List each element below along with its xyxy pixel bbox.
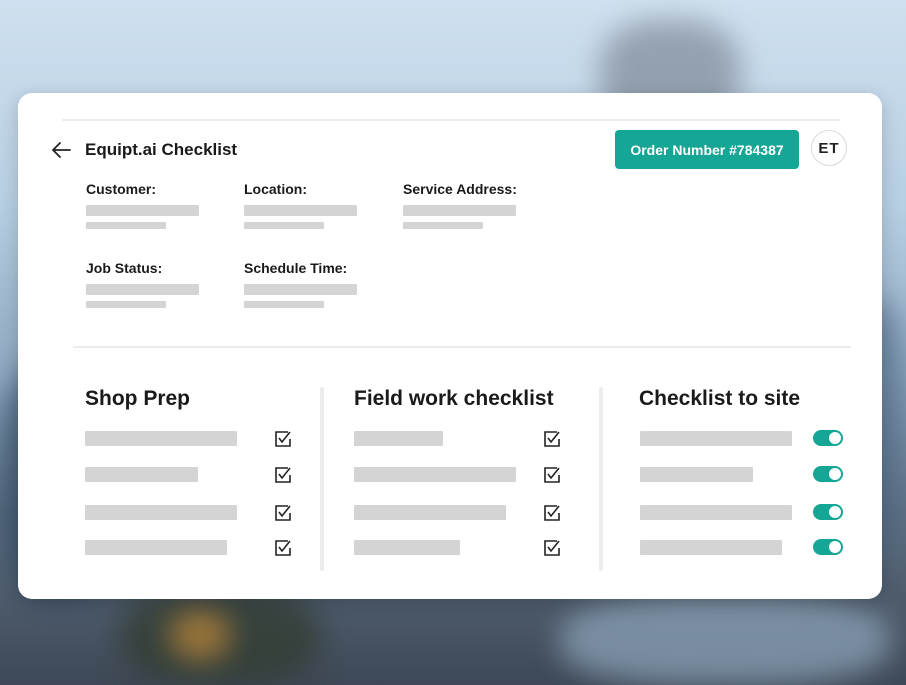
checklist-item — [640, 430, 850, 447]
toggle-knob — [829, 541, 841, 553]
placeholder-item — [85, 431, 237, 446]
checklist-item — [354, 467, 574, 483]
checked-box-icon[interactable] — [273, 429, 293, 449]
toggle-switch[interactable] — [813, 504, 843, 520]
checklist-item — [85, 467, 305, 483]
order-number-button[interactable]: Order Number #784387 — [615, 130, 799, 169]
section-field-work: Field work checklist — [354, 387, 554, 411]
checklist-item — [640, 466, 850, 483]
toggle-switch[interactable] — [813, 466, 843, 482]
checked-box-icon[interactable] — [542, 503, 562, 523]
placeholder-item — [354, 467, 516, 482]
section-title: Shop Prep — [85, 387, 191, 410]
placeholder-value — [86, 284, 199, 295]
checklist-item — [354, 540, 574, 556]
field-label: Customer: — [86, 181, 157, 197]
placeholder-value — [244, 284, 357, 295]
placeholder-value — [86, 205, 199, 216]
avatar[interactable]: ET — [811, 130, 847, 166]
placeholder-value — [86, 222, 166, 229]
placeholder-item — [640, 505, 792, 520]
divider — [73, 346, 851, 348]
placeholder-item — [354, 540, 460, 555]
column-divider — [320, 387, 324, 571]
field-label: Schedule Time: — [244, 260, 348, 276]
job-status-field: Job Status: — [86, 260, 199, 308]
placeholder-item — [85, 505, 237, 520]
toggle-switch[interactable] — [813, 430, 843, 446]
toggle-switch[interactable] — [813, 539, 843, 555]
checklist-item — [85, 431, 305, 447]
checklist-card: Equipt.ai Checklist Order Number #784387… — [18, 93, 882, 599]
placeholder-value — [403, 205, 516, 216]
toggle-knob — [829, 432, 841, 444]
checklist-item — [85, 505, 305, 521]
page-title: Equipt.ai Checklist — [85, 140, 238, 159]
checklist-item — [640, 504, 850, 521]
section-title: Field work checklist — [354, 387, 554, 410]
placeholder-item — [85, 540, 227, 555]
checked-box-icon[interactable] — [542, 429, 562, 449]
placeholder-item — [354, 431, 443, 446]
placeholder-value — [86, 301, 166, 308]
checked-box-icon[interactable] — [542, 465, 562, 485]
schedule-time-field: Schedule Time: — [244, 260, 357, 308]
section-title: Checklist to site — [639, 387, 801, 410]
placeholder-value — [244, 205, 357, 216]
checked-box-icon[interactable] — [273, 465, 293, 485]
location-field: Location: — [244, 181, 357, 229]
placeholder-value — [403, 222, 483, 229]
section-checklist-to-site: Checklist to site — [639, 387, 800, 411]
checked-box-icon[interactable] — [273, 538, 293, 558]
divider — [62, 119, 840, 121]
service-address-field: Service Address: — [403, 181, 517, 229]
field-label: Service Address: — [403, 181, 517, 197]
field-label: Job Status: — [86, 260, 163, 276]
placeholder-value — [244, 301, 324, 308]
placeholder-item — [640, 431, 792, 446]
checklist-item — [354, 505, 574, 521]
placeholder-item — [640, 540, 782, 555]
placeholder-item — [354, 505, 506, 520]
placeholder-item — [640, 467, 753, 482]
field-label: Location: — [244, 181, 307, 197]
checklist-item — [354, 431, 574, 447]
background-shape — [560, 595, 890, 685]
toggle-knob — [829, 506, 841, 518]
column-divider — [599, 387, 603, 571]
placeholder-item — [85, 467, 198, 482]
checked-box-icon[interactable] — [273, 503, 293, 523]
arrow-left-icon[interactable] — [50, 139, 72, 161]
customer-field: Customer: — [86, 181, 199, 229]
section-shop-prep: Shop Prep — [85, 387, 190, 411]
checklist-item — [640, 539, 850, 556]
toggle-knob — [829, 468, 841, 480]
background-light — [170, 610, 230, 660]
checked-box-icon[interactable] — [542, 538, 562, 558]
placeholder-value — [244, 222, 324, 229]
checklist-item — [85, 540, 305, 556]
